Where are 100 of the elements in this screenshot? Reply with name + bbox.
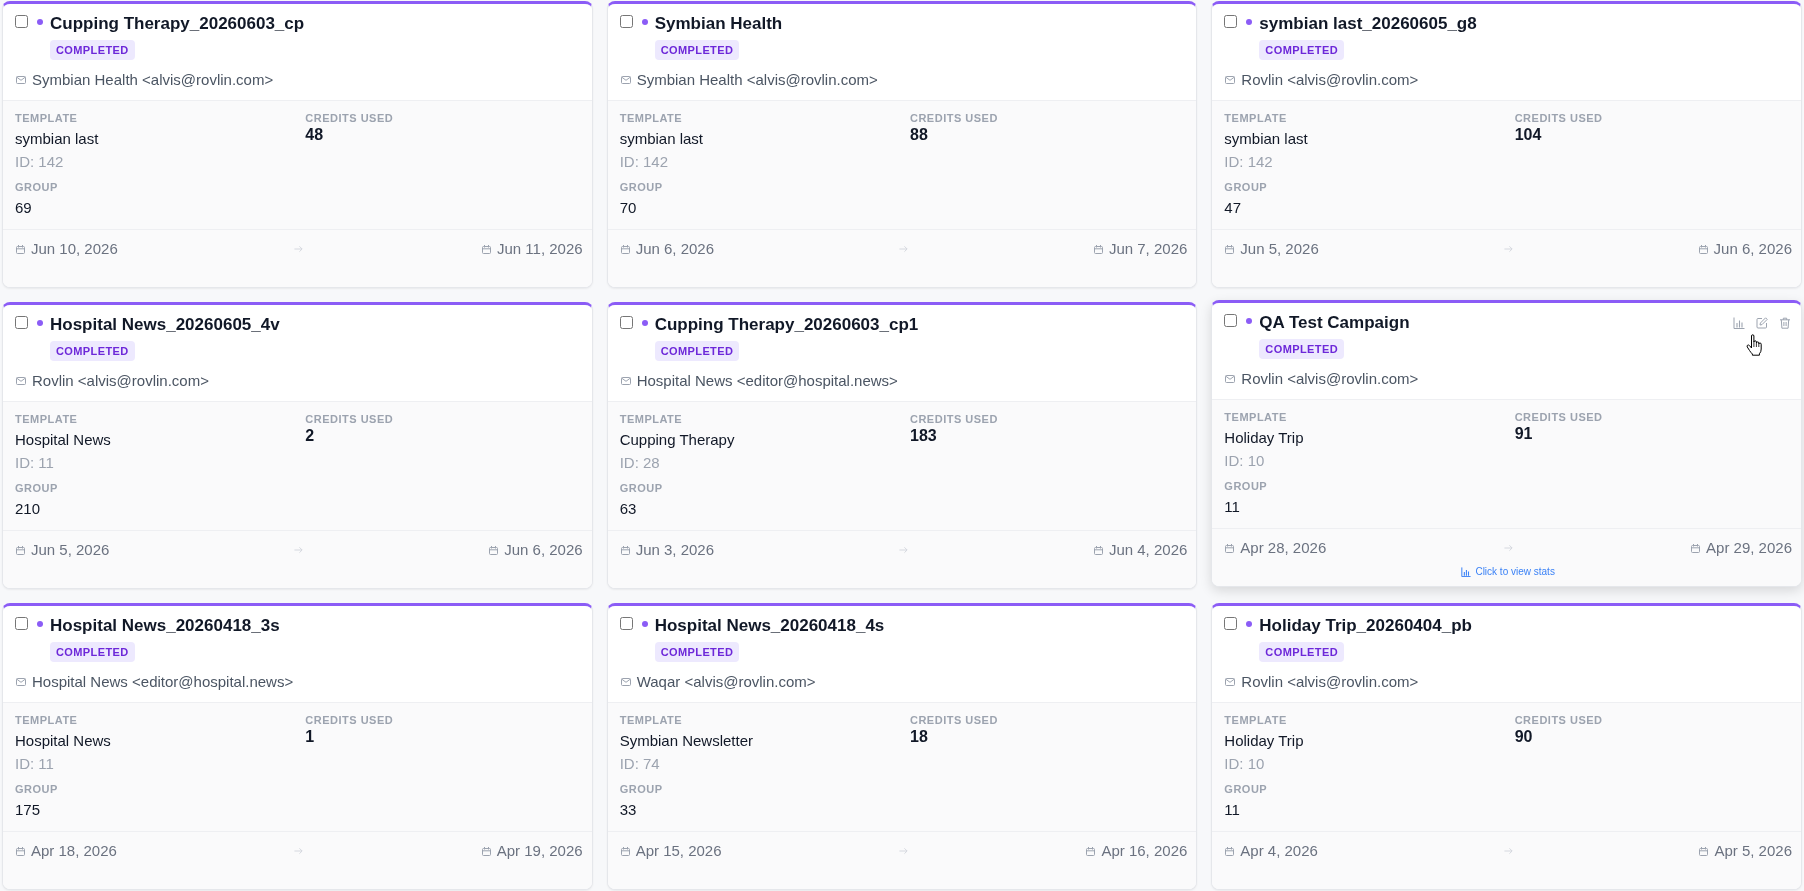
template-label: TEMPLATE — [619, 111, 683, 125]
arrow-icon — [899, 245, 908, 253]
checkbox[interactable] — [15, 316, 28, 329]
arrow-icon — [294, 847, 304, 855]
campaign-card[interactable]: Cupping Therapy_20260603_cp1 COMPLETED Hospital News <editor@hospital.news> TEMPLATE Cupping Therapy ID: 28 GROUP 63 CREDITS USED 183 Jun 3, 2026 Jun 4, 2026 — [606, 302, 1198, 589]
arrow-icon — [1503, 544, 1513, 552]
group-label: GROUP — [619, 782, 663, 796]
template-name: symbian last — [1224, 129, 1308, 149]
credits-value: 183 — [910, 426, 937, 446]
campaign-card[interactable]: symbian last_20260605_g8 COMPLETED Rovlin <alvis@rovlin.com> TEMPLATE symbian last ID: 142 GROUP 47 CREDITS USED 104 Jun 5, 2026 Jun 6, 2026 — [1211, 1, 1802, 288]
start-date: Jun 5, 2026 — [31, 540, 110, 560]
campaign-card[interactable]: Holiday Trip_20260404_pb COMPLETED Rovlin <alvis@rovlin.com> TEMPLATE Holiday Trip ID: 10 GROUP 11 CREDITS USED 90 Apr 4, 2026 Apr 5, 2026 — [1211, 603, 1802, 890]
credits-label: CREDITS USED — [305, 713, 394, 727]
checkbox[interactable] — [15, 15, 28, 28]
campaign-card[interactable]: Cupping Therapy_20260603_cp COMPLETED Symbian Health <alvis@rovlin.com> TEMPLATE symbian last ID: 142 GROUP 69 CREDITS USED 48 Jun 10, 2026 Jun 11, 2026 — [2, 1, 593, 288]
view-stats-link[interactable]: Click to view stats — [1461, 566, 1555, 578]
calendar-icon — [16, 846, 25, 856]
edit-icon[interactable] — [1756, 317, 1768, 329]
template-label: TEMPLATE — [619, 713, 683, 727]
credits-label: CREDITS USED — [910, 111, 998, 125]
group-label: GROUP — [1224, 782, 1268, 796]
template-label: TEMPLATE — [1224, 111, 1287, 125]
credits-label: CREDITS USED — [1514, 410, 1603, 424]
campaign-card[interactable]: Hospital News_20260605_4v COMPLETED Rovlin <alvis@rovlin.com> TEMPLATE Hospital News ID: 11 GROUP 210 CREDITS USED 2 Jun 5, 2026 Jun 6, 2026 — [2, 302, 593, 589]
checkbox[interactable] — [1224, 15, 1238, 28]
campaign-card[interactable]: Hospital News_20260418_4s COMPLETED Waqar <alvis@rovlin.com> TEMPLATE Symbian Newsletter ID: 74 GROUP 33 CREDITS USED 18 Apr 15, 2026 Apr 16, 2026 — [606, 603, 1198, 890]
calendar-icon — [16, 244, 25, 254]
campaign-card[interactable]: Symbian Health COMPLETED Symbian Health <alvis@rovlin.com> TEMPLATE symbian last ID: 142 GROUP 70 CREDITS USED 88 Jun 6, 2026 Jun 7, 2026 — [606, 1, 1198, 288]
mail-icon — [16, 678, 26, 686]
hand-cursor-icon — [1746, 334, 1764, 356]
template-id: ID: 142 — [1224, 152, 1273, 172]
start-date: Jun 10, 2026 — [31, 239, 118, 259]
start-date: Apr 4, 2026 — [1240, 841, 1318, 861]
credits-value: 91 — [1514, 424, 1533, 444]
status-dot-icon — [1246, 19, 1253, 25]
group-label: GROUP — [15, 180, 58, 194]
calendar-icon — [1225, 543, 1235, 553]
status-badge: COMPLETED — [1259, 642, 1344, 662]
group-label: GROUP — [15, 481, 58, 495]
group-value: 210 — [15, 499, 41, 519]
status-badge: COMPLETED — [50, 642, 135, 662]
credits-label: CREDITS USED — [305, 412, 394, 426]
end-date: Apr 29, 2026 — [1706, 538, 1792, 558]
status-dot-icon — [37, 19, 43, 25]
template-label: TEMPLATE — [15, 713, 78, 727]
calendar-icon — [481, 846, 491, 856]
status-badge: COMPLETED — [50, 341, 135, 361]
template-name: symbian last — [619, 129, 704, 149]
template-label: TEMPLATE — [15, 111, 78, 125]
end-date: Apr 16, 2026 — [1101, 841, 1188, 861]
campaign-title: Hospital News_20260418_4s — [654, 615, 885, 637]
calendar-icon — [1691, 543, 1701, 553]
checkbox[interactable] — [15, 617, 28, 630]
mail-icon — [1225, 678, 1236, 686]
group-label: GROUP — [15, 782, 58, 796]
template-label: TEMPLATE — [15, 412, 78, 426]
credits-label: CREDITS USED — [1514, 111, 1603, 125]
status-badge: COMPLETED — [654, 341, 740, 361]
credits-value: 90 — [1514, 727, 1533, 747]
checkbox[interactable] — [619, 617, 633, 630]
status-dot-icon — [1246, 318, 1253, 324]
sender-address: Rovlin <alvis@rovlin.com> — [1241, 672, 1419, 692]
group-label: GROUP — [619, 180, 663, 194]
template-id: ID: 11 — [15, 754, 54, 774]
template-id: ID: 142 — [15, 152, 64, 172]
group-value: 70 — [619, 198, 637, 218]
checkbox[interactable] — [1224, 617, 1238, 630]
arrow-icon — [899, 546, 908, 554]
campaign-title: QA Test Campaign — [1259, 312, 1410, 334]
campaign-card[interactable]: Hospital News_20260418_3s COMPLETED Hospital News <editor@hospital.news> TEMPLATE Hospital News ID: 11 GROUP 175 CREDITS USED 1 Apr 18, 2026 Apr 19, 2026 — [2, 603, 593, 890]
campaign-title: Cupping Therapy_20260603_cp — [50, 13, 305, 35]
status-dot-icon — [37, 621, 43, 627]
arrow-icon — [1503, 847, 1513, 855]
bar-chart-icon[interactable] — [1733, 317, 1745, 329]
mail-icon — [620, 76, 631, 84]
template-label: TEMPLATE — [1224, 410, 1287, 424]
campaign-title: Holiday Trip_20260404_pb — [1259, 615, 1472, 637]
campaign-title: Hospital News_20260605_4v — [50, 314, 280, 336]
checkbox[interactable] — [1224, 314, 1238, 327]
status-dot-icon — [37, 320, 43, 326]
template-name: Hospital News — [15, 430, 111, 450]
calendar-icon — [620, 846, 630, 856]
status-badge: COMPLETED — [654, 642, 740, 662]
checkbox[interactable] — [619, 316, 633, 329]
group-label: GROUP — [619, 481, 663, 495]
sender-address: Hospital News <editor@hospital.news> — [636, 371, 898, 391]
sender-address: Hospital News <editor@hospital.news> — [32, 672, 294, 692]
group-value: 11 — [1224, 800, 1240, 820]
template-name: Holiday Trip — [1224, 428, 1304, 448]
campaign-title: Cupping Therapy_20260603_cp1 — [654, 314, 919, 336]
template-name: Cupping Therapy — [619, 430, 735, 450]
status-dot-icon — [1246, 621, 1253, 627]
end-date: Jun 7, 2026 — [1108, 239, 1188, 259]
checkbox[interactable] — [619, 15, 633, 28]
end-date: Jun 4, 2026 — [1108, 540, 1188, 560]
sender-address: Rovlin <alvis@rovlin.com> — [32, 371, 209, 391]
group-value: 11 — [1224, 497, 1240, 517]
trash-icon[interactable] — [1779, 317, 1791, 329]
arrow-icon — [294, 546, 304, 554]
campaign-card[interactable]: QA Test Campaign COMPLETED Rovlin <alvis@rovlin.com> TEMPLATE Holiday Trip ID: 10 GROUP 11 CREDITS USED 91 Apr 28, 2026 Apr 29, 2026 Click to view stats — [1211, 300, 1802, 587]
